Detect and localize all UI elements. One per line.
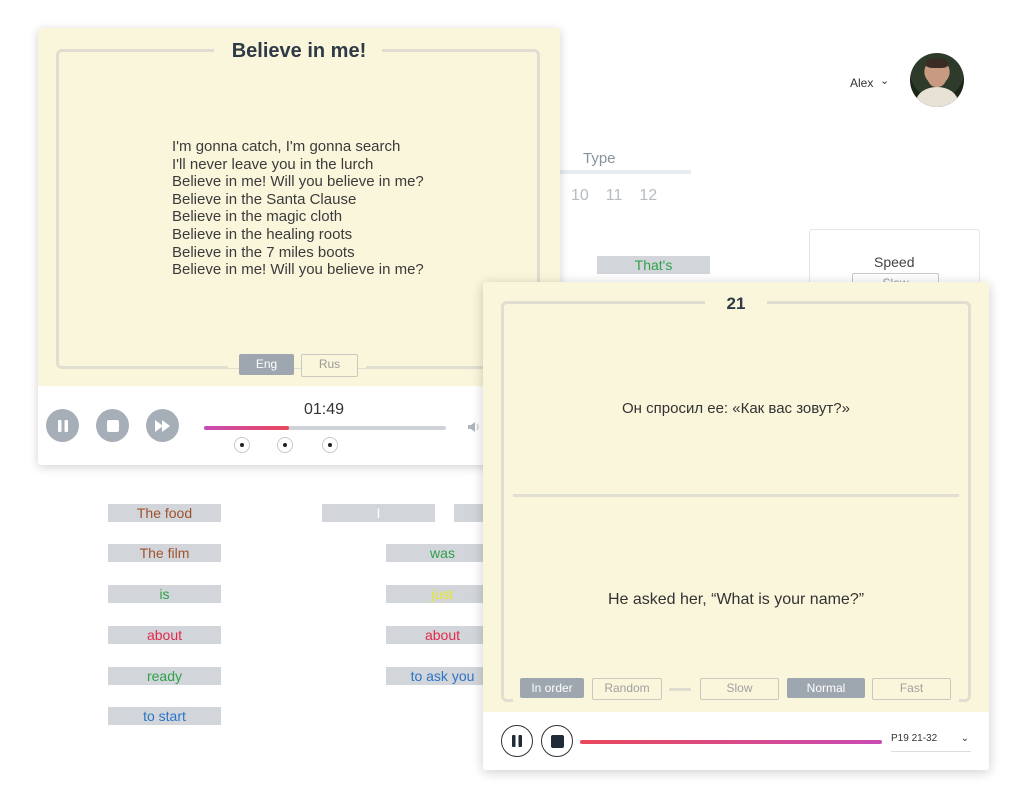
song-title: Believe in me! [231,40,367,62]
user-name[interactable]: Alex [850,76,873,90]
speed-normal-button[interactable]: Normal [787,678,865,698]
pause-icon [512,735,522,747]
playback-time: 01:49 [304,401,345,418]
fast-forward-button[interactable] [146,409,179,442]
pause-button[interactable] [46,409,79,442]
type-label: Type [583,150,616,167]
speed-fast-button[interactable]: Fast [872,678,951,700]
progress-track[interactable] [204,426,446,430]
phrase-card: 21 Он спросил ее: «Как вас зовут?» He as… [483,282,989,770]
marker-dot[interactable] [322,437,338,453]
lyric-line: Believe in the magic cloth [172,208,343,226]
stop-icon [106,419,119,432]
word-chip[interactable]: The film [108,544,221,562]
fast-forward-icon [154,419,170,432]
word-chip[interactable]: about [108,626,221,644]
chevron-down-icon: ⌄ [960,733,969,744]
lang-rus-button[interactable]: Rus [301,354,358,377]
random-button[interactable]: Random [592,678,662,700]
pause-icon [57,419,68,432]
number-item[interactable]: 10 [571,187,589,205]
chevron-down-icon[interactable]: ⌄ [880,74,889,87]
phrase-frame [501,301,971,702]
stop-icon [550,734,564,748]
number-item[interactable]: 12 [639,187,657,205]
lyrics-text: I'm gonna catch, I'm gonna search I'll n… [172,138,424,279]
lyric-line: Believe in the Santa Clause [172,190,357,208]
marker-dot[interactable] [277,437,293,453]
word-chip[interactable]: That's [597,256,710,274]
lyric-line: Believe in me! Will you believe in me? [172,261,424,279]
phrase-number: 21 [726,294,746,313]
number-item[interactable]: 11 [606,187,623,205]
russian-phrase: Он спросил ее: «Как вас зовут?» [622,400,850,417]
lyric-line: Believe in the healing roots [172,225,353,243]
progress-fill [204,426,289,430]
lyric-line: Believe in me! Will you believe in me? [172,173,424,191]
progress-bar[interactable] [580,740,882,744]
set-select[interactable]: P19 21-32 ⌄ [891,733,971,752]
set-select-value: P19 21-32 [891,733,938,744]
speed-slow-button[interactable]: Slow [700,678,779,700]
word-chip[interactable]: I [322,504,435,522]
english-phrase: He asked her, “What is your name?” [607,591,865,608]
lyrics-card: Believe in me! I'm gonna catch, I'm gonn… [38,28,560,465]
lyric-line: I'll never leave you in the lurch [172,155,374,173]
volume-icon[interactable] [467,420,481,437]
avatar[interactable] [910,53,964,107]
pause-button[interactable] [501,725,533,757]
word-chip[interactable]: The food [108,504,221,522]
lyric-line: Believe in the 7 miles boots [172,243,355,261]
phrase-divider [513,494,959,497]
word-chip[interactable]: ready [108,667,221,685]
word-chip[interactable]: is [108,585,221,603]
stop-button[interactable] [96,409,129,442]
option-separator [669,688,691,691]
number-list: 10 11 12 [571,187,657,205]
word-chip[interactable]: to start [108,707,221,725]
marker-dot[interactable] [234,437,250,453]
lang-eng-button[interactable]: Eng [239,354,294,375]
speed-title: Speed [874,254,915,270]
in-order-button[interactable]: In order [520,678,584,698]
stop-button[interactable] [541,725,573,757]
type-underline [560,170,691,174]
lyric-line: I'm gonna catch, I'm gonna search [172,138,401,155]
